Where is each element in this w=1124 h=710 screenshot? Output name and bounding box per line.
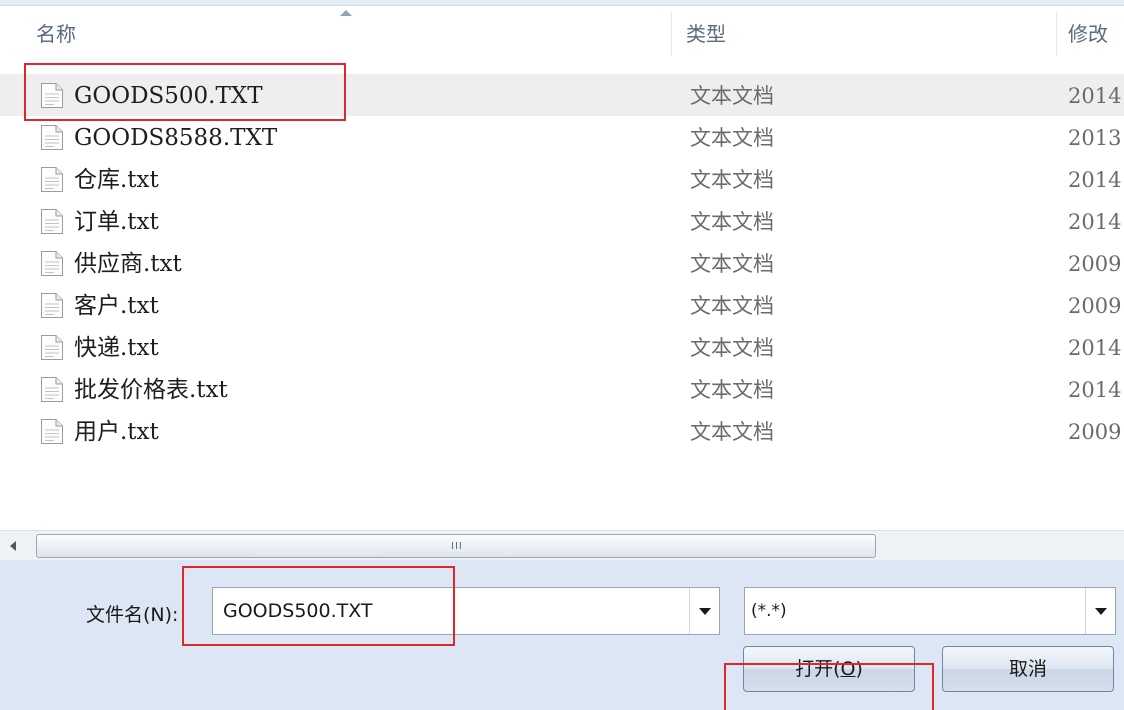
open-label-accel: O [840, 658, 856, 680]
file-name: 用户.txt [74, 419, 159, 445]
file-name: 供应商.txt [74, 251, 182, 277]
column-divider[interactable] [671, 12, 672, 56]
scroll-left-icon[interactable] [10, 541, 16, 551]
sort-ascending-icon [340, 10, 352, 16]
open-button[interactable]: 打开(O) [743, 646, 915, 692]
file-type: 文本文档 [690, 294, 774, 318]
column-header-date[interactable]: 修改 [1068, 6, 1108, 62]
scrollbar-thumb[interactable]: III [36, 534, 876, 558]
column-header-type[interactable]: 类型 [686, 6, 726, 62]
cancel-button[interactable]: 取消 [942, 646, 1114, 692]
file-modified-date: 2009 [1068, 252, 1122, 276]
text-file-icon [40, 250, 64, 277]
file-row[interactable]: 供应商.txt 文本文档 2009 [0, 242, 1124, 284]
text-file-icon [40, 124, 64, 151]
filename-combobox[interactable] [212, 587, 720, 635]
scrollbar-grip: III [451, 541, 463, 552]
file-type: 文本文档 [690, 210, 774, 234]
file-type: 文本文档 [690, 126, 774, 150]
file-row[interactable]: 批发价格表.txt 文本文档 2014 [0, 368, 1124, 410]
chevron-down-icon [1095, 608, 1107, 615]
file-name: 仓库.txt [74, 167, 159, 193]
file-row[interactable]: 快递.txt 文本文档 2014 [0, 326, 1124, 368]
file-name: 订单.txt [74, 209, 159, 235]
text-file-icon [40, 376, 64, 403]
text-file-icon [40, 82, 64, 109]
filename-input[interactable] [213, 588, 689, 634]
file-type: 文本文档 [690, 378, 774, 402]
dialog-bottom-panel: 文件名(N): (*.*) 打开(O) 取消 [0, 560, 1124, 710]
file-row[interactable]: 仓库.txt 文本文档 2014 [0, 158, 1124, 200]
file-name: 批发价格表.txt [74, 377, 228, 403]
column-header-name[interactable]: 名称 [36, 6, 76, 62]
filename-label-prefix: 文件名( [86, 604, 151, 626]
open-label-prefix: 打开( [795, 658, 841, 680]
filename-dropdown-button[interactable] [689, 588, 719, 634]
file-modified-date: 2013 [1068, 126, 1122, 150]
text-file-icon [40, 334, 64, 361]
file-modified-date: 2014 [1068, 84, 1122, 108]
file-rows: GOODS500.TXT 文本文档 2014 GOODS8588.TXT 文本文档 201… [0, 74, 1124, 452]
file-row[interactable]: GOODS500.TXT 文本文档 2014 [0, 74, 1124, 116]
text-file-icon [40, 292, 64, 319]
file-row[interactable]: 订单.txt 文本文档 2014 [0, 200, 1124, 242]
file-row[interactable]: GOODS8588.TXT 文本文档 2013 [0, 116, 1124, 158]
file-name: 快递.txt [74, 335, 159, 361]
file-modified-date: 2009 [1068, 294, 1122, 318]
column-header-bar: 名称 类型 修改 [0, 6, 1124, 62]
file-type: 文本文档 [690, 252, 774, 276]
horizontal-scrollbar[interactable]: III [0, 530, 1124, 560]
file-row[interactable]: 客户.txt 文本文档 2009 [0, 284, 1124, 326]
file-name: 客户.txt [74, 293, 159, 319]
chevron-down-icon [699, 608, 711, 615]
file-type: 文本文档 [690, 420, 774, 444]
filename-label-accel: N [150, 604, 165, 626]
file-type: 文本文档 [690, 336, 774, 360]
file-type-filter-value: (*.*) [751, 601, 787, 621]
file-modified-date: 2009 [1068, 420, 1122, 444]
filename-label: 文件名(N): [86, 600, 178, 627]
text-file-icon [40, 166, 64, 193]
file-type: 文本文档 [690, 168, 774, 192]
open-label-suffix: ) [855, 658, 863, 680]
file-type-filter[interactable]: (*.*) [744, 587, 1116, 635]
file-list-view[interactable]: 名称 类型 修改 GOODS500.TXT 文本文档 2014 GOODS8588.T… [0, 0, 1124, 530]
file-name: GOODS500.TXT [74, 83, 263, 109]
text-file-icon [40, 418, 64, 445]
text-file-icon [40, 208, 64, 235]
file-modified-date: 2014 [1068, 336, 1122, 360]
file-type-dropdown-button[interactable] [1085, 588, 1115, 634]
file-modified-date: 2014 [1068, 168, 1122, 192]
filename-label-suffix: ): [164, 604, 179, 626]
column-divider[interactable] [1056, 12, 1057, 56]
file-modified-date: 2014 [1068, 378, 1122, 402]
file-name: GOODS8588.TXT [74, 125, 278, 151]
file-modified-date: 2014 [1068, 210, 1122, 234]
file-row[interactable]: 用户.txt 文本文档 2009 [0, 410, 1124, 452]
file-type: 文本文档 [690, 84, 774, 108]
